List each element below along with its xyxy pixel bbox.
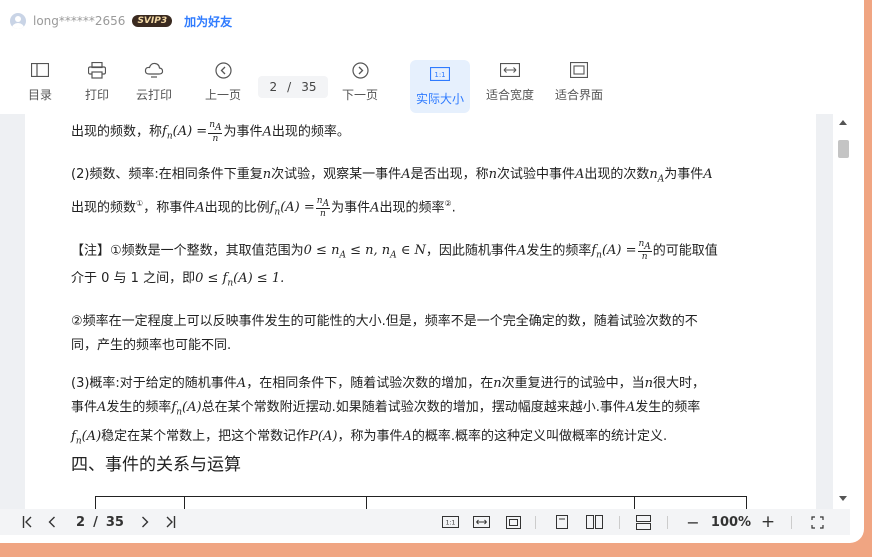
section-heading: 四、事件的关系与运算: [71, 455, 241, 476]
bottom-current-page: 2: [76, 514, 86, 530]
next-page-label: 下一页: [342, 88, 379, 102]
double-page-icon: [585, 515, 603, 529]
first-page-button[interactable]: [20, 513, 36, 531]
divider: [791, 516, 792, 529]
vip-badge: SVIP3: [132, 15, 173, 27]
table-column-divider: [184, 497, 185, 509]
avatar[interactable]: [10, 13, 26, 29]
paragraph-3: (3)概率:对于给定的随机事件A，在相同条件下，随着试验次数的增加，在n次重复进…: [71, 376, 705, 447]
double-page-view-button[interactable]: [584, 513, 604, 531]
fit-width-button[interactable]: 适合宽度: [486, 60, 534, 103]
prev-page-small-button[interactable]: [45, 513, 59, 531]
actual-size-label: 实际大小: [416, 92, 465, 106]
cloud-print-button[interactable]: 云打印: [136, 60, 172, 103]
zoom-level: 100%: [710, 514, 752, 530]
actual-size-small-button[interactable]: 1:1: [441, 513, 459, 531]
table-column-divider: [366, 497, 367, 509]
fit-width-small-button[interactable]: [472, 513, 490, 531]
chevron-left-icon: [48, 516, 55, 528]
bottom-total-pages: 35: [105, 514, 124, 530]
single-page-view-button[interactable]: [554, 513, 570, 531]
fit-page-small-icon: [505, 515, 521, 529]
add-friend-link[interactable]: 加为好友: [184, 13, 232, 30]
scroll-thumb[interactable]: [838, 140, 849, 158]
svg-text:1:1: 1:1: [434, 71, 445, 79]
fullscreen-button[interactable]: [808, 513, 826, 531]
last-page-icon: [166, 516, 175, 528]
scroll-up-icon[interactable]: [839, 120, 847, 125]
prev-page-button[interactable]: 上一页: [205, 60, 241, 103]
vertical-scrollbar[interactable]: [833, 114, 851, 509]
svg-text:1:1: 1:1: [445, 520, 455, 527]
minus-icon: −: [686, 512, 700, 532]
zoom-out-button[interactable]: −: [684, 512, 702, 532]
single-page-icon: [556, 515, 568, 529]
print-label: 打印: [85, 88, 110, 102]
note-paragraph: 【注】①频数是一个整数，其取值范围为0 ≤ nA ≤ n, nA ∈ N，因此随…: [71, 238, 718, 290]
bottom-bar: 2 / 35 1:1 − 100% +: [0, 509, 850, 535]
total-pages: 35: [301, 80, 317, 94]
username: long******2656: [33, 14, 126, 28]
user-bar: long******2656 SVIP3 加为好友: [0, 0, 864, 42]
next-page-small-button[interactable]: [138, 513, 152, 531]
paragraph-1: 出现的频数，称fn(A) = nA n 为事件A出现的频率。: [71, 120, 350, 144]
scroll-down-icon[interactable]: [839, 496, 847, 501]
current-page: 2: [269, 80, 278, 94]
fit-page-small-button[interactable]: [504, 513, 522, 531]
paragraph-2: (2)频数、频率:在相同条件下重复n次试验，观察某一事件A是否出现，称n次试验中…: [71, 166, 713, 220]
plus-icon: +: [760, 512, 776, 532]
fit-page-button[interactable]: 适合界面: [555, 60, 603, 103]
document-page: 出现的频数，称fn(A) = nA n 为事件A出现的频率。 (2)频数、频率:在相同…: [25, 114, 816, 509]
page-number-input[interactable]: 2 / 35: [258, 76, 328, 98]
actual-size-button[interactable]: 1:1 实际大小: [410, 60, 471, 113]
toolbar: 目录 打印 云打印 上一页 2 / 35 下一页 1:1 实际大小 适合宽度 适…: [0, 56, 864, 113]
print-button[interactable]: 打印: [85, 60, 109, 103]
page-indicator[interactable]: 2 / 35: [70, 513, 130, 531]
actual-size-icon: 1:1: [430, 64, 450, 84]
page-content: 出现的频数，称fn(A) = nA n 为事件A出现的频率。 (2)频数、频率:在相同…: [71, 120, 781, 477]
fit-width-small-icon: [472, 516, 490, 528]
reader-window: long******2656 SVIP3 加为好友 目录 打印 云打印 上一页 …: [0, 0, 864, 543]
printer-icon: [87, 60, 107, 80]
fullscreen-icon: [810, 515, 824, 529]
bottom-page-sep: /: [93, 514, 98, 530]
actual-size-small-icon: 1:1: [441, 516, 459, 528]
page-separator: /: [287, 80, 292, 94]
next-page-button[interactable]: 下一页: [342, 60, 378, 103]
divider: [667, 516, 668, 529]
fit-width-label: 适合宽度: [486, 88, 535, 102]
catalog-label: 目录: [28, 88, 53, 102]
continuous-scroll-icon: [635, 514, 651, 530]
continuous-scroll-button[interactable]: [634, 513, 652, 531]
chevron-left-circle-icon: [213, 60, 233, 80]
first-page-icon: [22, 516, 31, 528]
relations-table: [95, 496, 747, 509]
chevron-right-circle-icon: [350, 60, 370, 80]
cloud-icon: [144, 60, 164, 80]
chevron-right-icon: [142, 516, 149, 528]
catalog-button[interactable]: 目录: [28, 60, 52, 103]
divider: [619, 516, 620, 529]
divider: [535, 516, 536, 529]
fit-page-label: 适合界面: [555, 88, 604, 102]
zoom-in-button[interactable]: +: [759, 512, 777, 532]
fit-width-icon: [500, 60, 520, 80]
fit-page-icon: [569, 60, 589, 80]
note-paragraph-2: ②频率在一定程度上可以反映事件发生的可能性的大小.但是，频率不是一个完全确定的数…: [71, 314, 698, 354]
table-column-divider: [634, 497, 635, 509]
cloud-print-label: 云打印: [136, 88, 173, 102]
last-page-button[interactable]: [161, 513, 177, 531]
prev-page-label: 上一页: [205, 88, 242, 102]
catalog-icon: [30, 60, 50, 80]
